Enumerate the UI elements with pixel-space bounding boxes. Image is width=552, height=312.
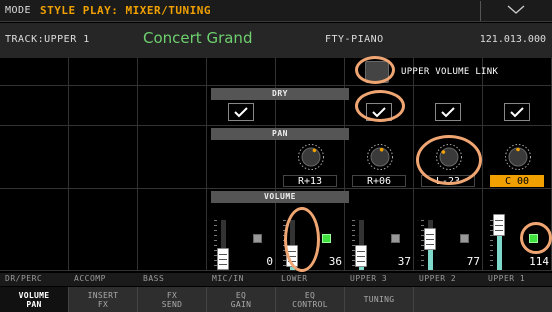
highlight-dry-upper3 — [355, 90, 405, 122]
highlight-fader-lower — [284, 207, 320, 272]
upper-volume-link-label: UPPER VOLUME LINK — [401, 67, 499, 77]
check-icon — [441, 103, 455, 122]
grid-cell — [69, 189, 138, 271]
tab-label-line2: GAIN — [230, 300, 252, 309]
grid-cell — [69, 58, 138, 86]
pan-knob-upper-3[interactable] — [366, 143, 394, 175]
tab-label-line2: FX — [97, 300, 109, 309]
tab-fx-send[interactable]: FX SEND — [138, 287, 207, 312]
tab-eq-control[interactable]: EQ CONTROL — [276, 287, 345, 312]
mute-button-upper-2[interactable] — [460, 234, 469, 243]
channel-name: MIC/IN — [212, 274, 244, 283]
grid-cell — [69, 126, 138, 189]
chevron-down-icon — [507, 5, 525, 14]
volume-value-upper-3: 37 — [397, 255, 411, 268]
volume-value-upper-2: 77 — [466, 255, 480, 268]
fader-cap-mic-in[interactable] — [217, 248, 229, 270]
highlight-pan-upper2 — [416, 135, 482, 185]
track-info-bar: TRACK:UPPER 1 Concert Grand FTY-PIANO 12… — [0, 23, 552, 58]
pan-knob-upper-1[interactable] — [504, 143, 532, 175]
tab-label-line1: TUNING — [363, 295, 395, 304]
fader-cap-upper-1[interactable] — [493, 214, 505, 236]
dry-checkbox-upper-1[interactable] — [504, 103, 530, 121]
highlight-mute-upper1 — [520, 222, 552, 254]
tab-label-line2: SEND — [161, 300, 183, 309]
tab-label-line2: PAN — [26, 300, 42, 309]
grid-cell — [69, 86, 138, 126]
pan-value-upper-1: C 00 — [490, 175, 544, 187]
tab-tuning[interactable]: TUNING — [345, 287, 414, 312]
check-icon — [234, 103, 248, 122]
channel-name: LOWER — [281, 274, 308, 283]
mode-value: STYLE PLAY: MIXER/TUNING — [40, 4, 211, 17]
grid-cell — [0, 58, 69, 86]
mute-button-mic-in[interactable] — [253, 234, 262, 243]
sound-name[interactable]: Concert Grand — [143, 29, 252, 47]
pan-knob-lower[interactable] — [297, 143, 325, 175]
grid-cell — [138, 189, 207, 271]
dry-checkbox-upper-2[interactable] — [435, 103, 461, 121]
sound-category: FTY-PIANO — [325, 34, 384, 45]
channel-name: ACCOMP — [74, 274, 106, 283]
mute-button-lower[interactable] — [322, 234, 331, 243]
dry-section-header: DRY — [211, 88, 349, 100]
pan-value-upper-3: R+06 — [352, 175, 406, 187]
grid-cell — [138, 126, 207, 189]
check-icon — [510, 103, 524, 122]
tab-label-line1: EQ — [304, 291, 316, 300]
grid-cell — [276, 58, 345, 86]
volume-section-header: VOLUME — [211, 191, 349, 203]
channel-name-bar: DR/PERC ACCOMP BASS MIC/IN LOWER UPPER 3 UPPER… — [0, 273, 552, 286]
tab-label-line1: VOLUME — [18, 291, 50, 300]
channel-name: UPPER 1 — [488, 274, 526, 283]
volume-value-upper-1: 114 — [529, 255, 549, 268]
tab-label-line1: FX — [166, 291, 178, 300]
grid-cell — [207, 58, 276, 86]
grid-cell — [138, 86, 207, 126]
tab-insert-fx[interactable]: INSERT FX — [69, 287, 138, 312]
channel-name: UPPER 3 — [350, 274, 388, 283]
fader-cap-upper-2[interactable] — [424, 228, 436, 250]
tab-bar: VOLUME PAN INSERT FX FX SEND EQ GAIN EQ CONTROL TU… — [0, 287, 552, 312]
tab-label-line1: INSERT — [87, 291, 119, 300]
grid-cell — [0, 86, 69, 126]
sound-bank-number: 121.013.000 — [479, 34, 546, 45]
mode-bar: MODE STYLE PLAY: MIXER/TUNING — [0, 0, 552, 22]
tab-eq-gain[interactable]: EQ GAIN — [207, 287, 276, 312]
pan-section-header: PAN — [211, 128, 349, 140]
fader-cap-upper-3[interactable] — [355, 245, 367, 267]
channel-name: DR/PERC — [5, 274, 43, 283]
track-label: TRACK:UPPER 1 — [5, 34, 90, 45]
volume-value-mic-in: 0 — [266, 255, 273, 268]
channel-name: BASS — [143, 274, 165, 283]
highlight-link-checkbox — [355, 56, 395, 84]
dry-checkbox-mic-in[interactable] — [228, 103, 254, 121]
grid-cell — [0, 189, 69, 271]
channel-name: UPPER 2 — [419, 274, 457, 283]
pan-value-lower: R+13 — [283, 175, 337, 187]
grid-cell — [0, 126, 69, 189]
mode-label: MODE — [5, 5, 32, 16]
tab-volume-pan[interactable]: VOLUME PAN — [0, 287, 69, 312]
page-menu-button[interactable] — [480, 1, 548, 21]
grid-cell — [138, 58, 207, 86]
mute-button-upper-3[interactable] — [391, 234, 400, 243]
tab-label-line1: EQ — [235, 291, 247, 300]
tab-label-line2: CONTROL — [292, 300, 328, 309]
